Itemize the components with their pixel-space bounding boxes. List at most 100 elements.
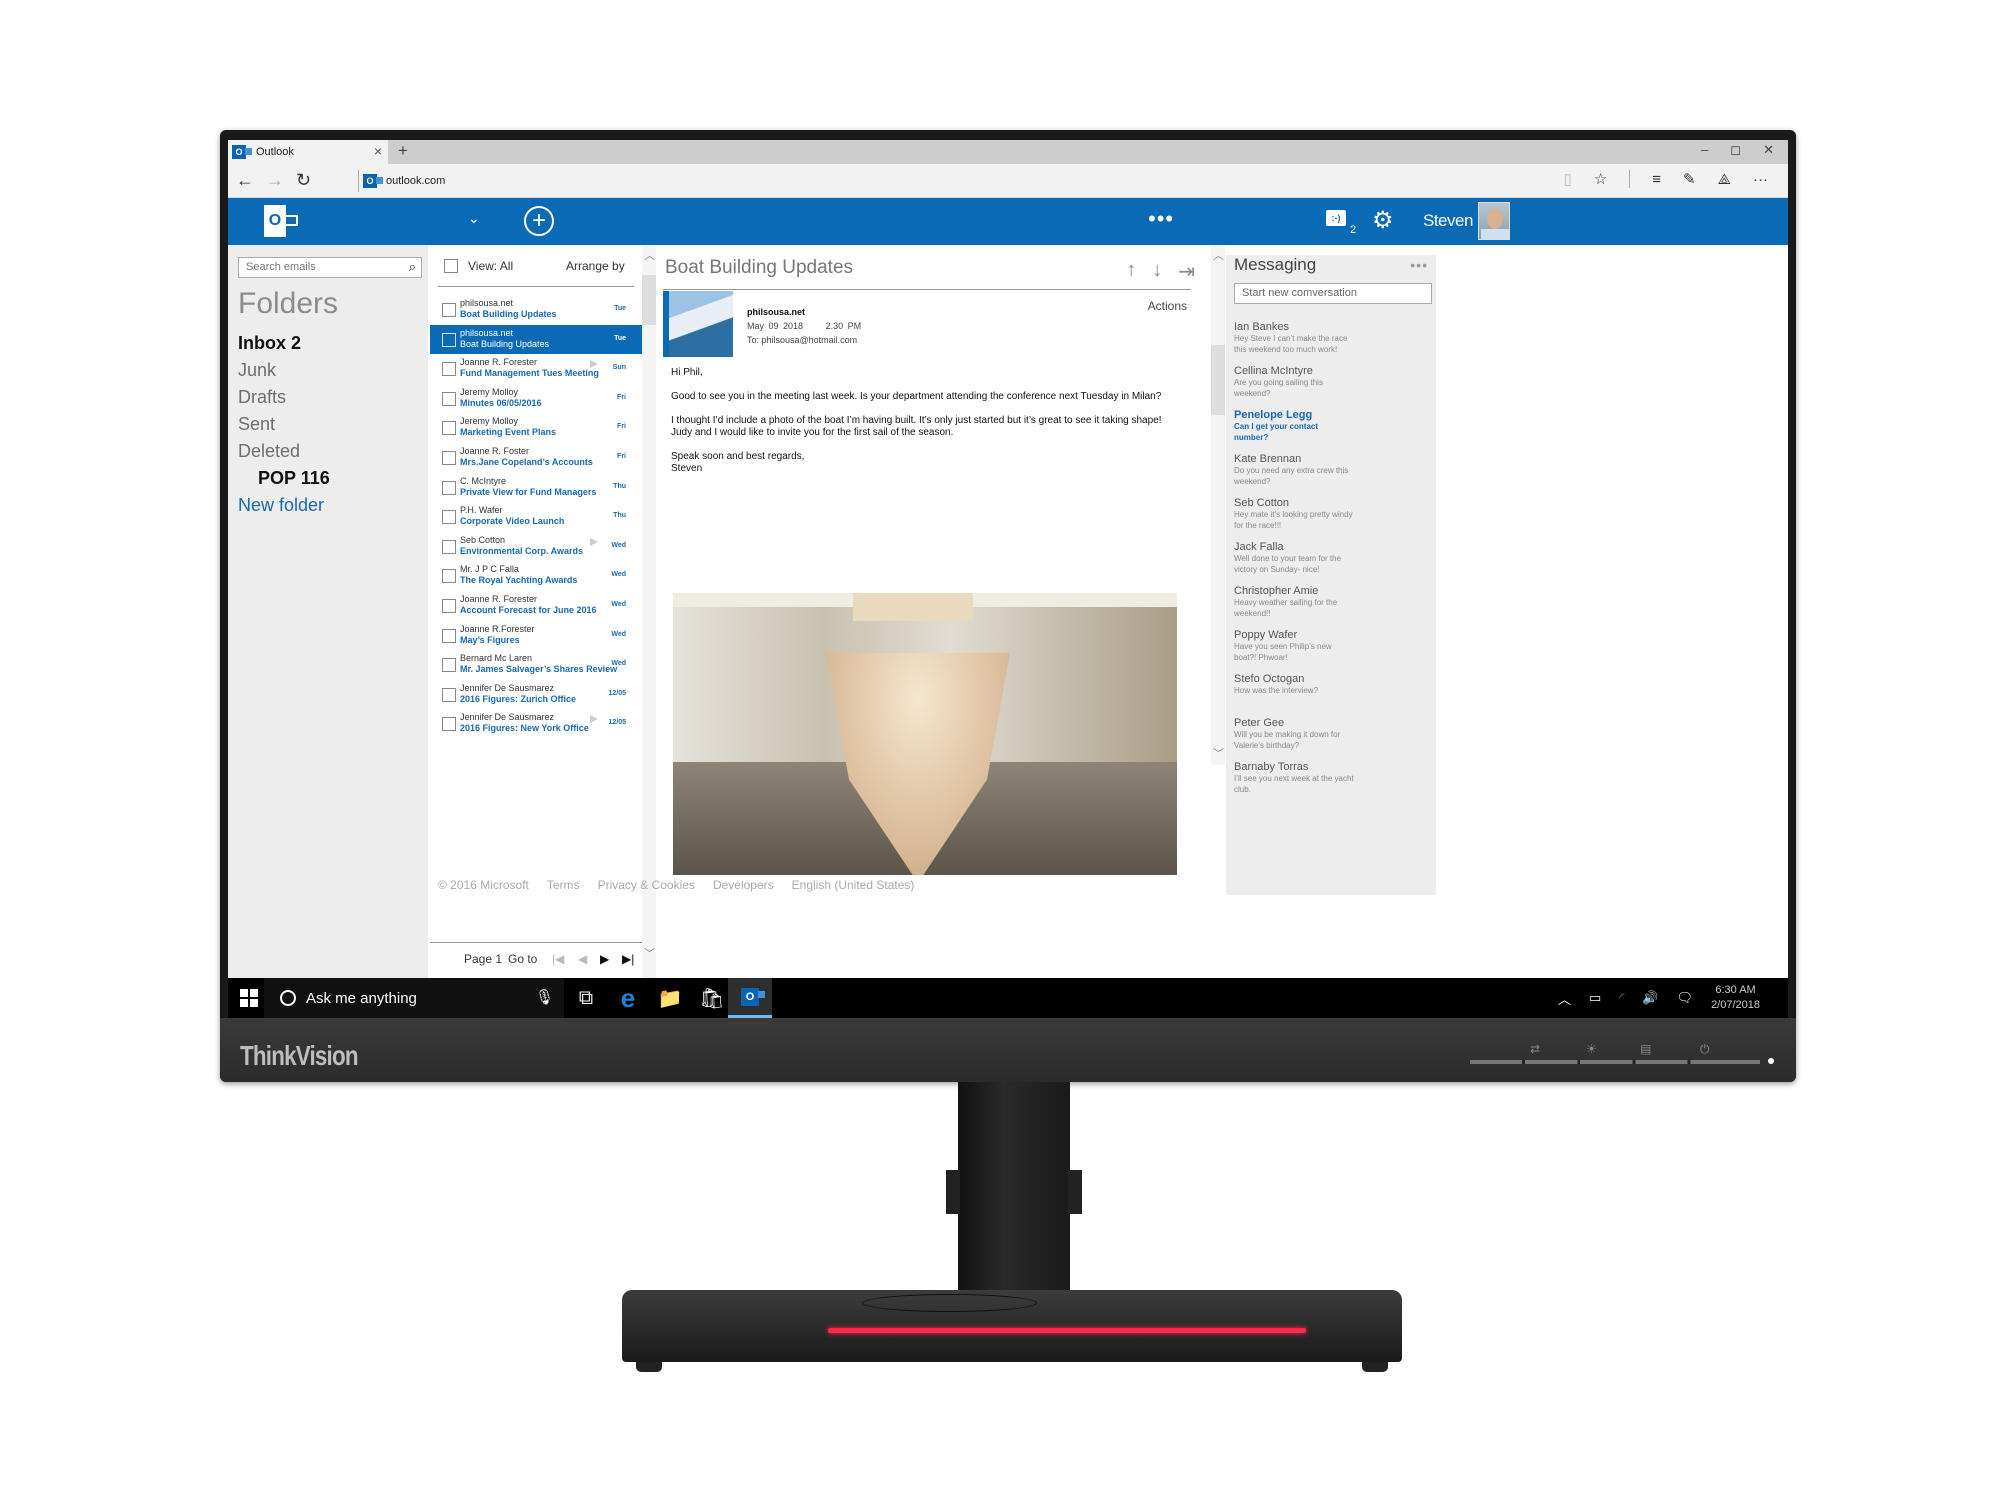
next-page-icon[interactable]: ▶: [600, 952, 609, 966]
folder-deleted[interactable]: Deleted: [238, 441, 330, 468]
message-row[interactable]: Joanne R. Forester Account Forecast for J…: [430, 591, 642, 621]
language-link[interactable]: English (United States): [792, 878, 915, 892]
back-button[interactable]: ←: [236, 170, 254, 191]
conversation-item[interactable]: Cellina McIntyre Are you going sailing th…: [1234, 365, 1434, 409]
message-row[interactable]: Bernard Mc Laren Mr. James Salvager’s Sha…: [430, 650, 642, 680]
more-icon[interactable]: ···: [1753, 171, 1768, 188]
message-checkbox[interactable]: [442, 717, 456, 732]
close-tab-icon[interactable]: ×: [374, 143, 382, 159]
terms-link[interactable]: Terms: [547, 878, 580, 892]
new-folder-link[interactable]: New folder: [238, 495, 330, 522]
actions-menu[interactable]: Actions: [1148, 299, 1187, 313]
folder-pop[interactable]: POP 116: [238, 468, 330, 495]
message-row[interactable]: philsousa.net Boat Building Updates Tue: [430, 295, 642, 325]
prev-page-icon[interactable]: ◀: [578, 952, 587, 966]
view-filter[interactable]: View: All: [468, 259, 513, 273]
message-row[interactable]: Joanne R. Forester Fund Management Tues M…: [430, 354, 642, 384]
osd-button-strip[interactable]: [1470, 1060, 1760, 1064]
message-checkbox[interactable]: [442, 539, 456, 554]
edge-icon[interactable]: e: [608, 982, 648, 1014]
message-row[interactable]: Jeremy Molloy Marketing Event Plans Fri: [430, 413, 642, 443]
browser-tab[interactable]: O Outlook ×: [228, 140, 388, 164]
close-window-button[interactable]: ✕: [1763, 142, 1774, 158]
share-icon[interactable]: ⟁: [1718, 171, 1731, 188]
message-row[interactable]: Mr. J P C Falla The Royal Yachting Awards…: [430, 561, 642, 591]
message-checkbox[interactable]: [442, 362, 456, 377]
folder-drafts[interactable]: Drafts: [238, 387, 330, 414]
message-checkbox[interactable]: [442, 421, 456, 436]
message-checkbox[interactable]: [442, 480, 456, 495]
refresh-button[interactable]: ↻: [296, 170, 311, 191]
cortana-search-box[interactable]: Ask me anything 🎙: [264, 978, 564, 1018]
gear-icon[interactable]: ⚙: [1372, 206, 1394, 235]
message-checkbox[interactable]: [442, 569, 456, 584]
message-checkbox[interactable]: [442, 598, 456, 613]
message-row[interactable]: philsousa.net Boat Building Updates Tue: [430, 324, 642, 355]
search-icon[interactable]: ⌕: [409, 259, 416, 275]
search-input[interactable]: Search emails ⌕: [238, 257, 422, 278]
scroll-thumb[interactable]: [1211, 345, 1225, 415]
flag-icon[interactable]: [590, 537, 598, 546]
developers-link[interactable]: Developers: [713, 878, 774, 892]
message-checkbox[interactable]: [442, 303, 456, 317]
message-checkbox[interactable]: [442, 687, 456, 702]
forward-button[interactable]: →: [266, 170, 284, 191]
email-sender[interactable]: philsousa.net: [747, 307, 805, 317]
message-list-scrollbar[interactable]: ︿ ﹀: [642, 245, 656, 1018]
message-row[interactable]: C. McIntyre Private View for Fund Manager…: [430, 473, 642, 503]
previous-email-icon[interactable]: ↑: [1126, 259, 1136, 284]
scroll-thumb[interactable]: [642, 275, 656, 325]
conversation-item[interactable]: Peter Gee Will you be making it down for …: [1234, 717, 1434, 761]
scroll-up-icon[interactable]: ︿: [1213, 247, 1224, 263]
avatar[interactable]: [1478, 202, 1510, 240]
boat-photo-attachment[interactable]: [673, 593, 1177, 875]
conversation-item[interactable]: Kate Brennan Do you need any extra crew t…: [1234, 453, 1434, 497]
hub-icon[interactable]: ≡: [1652, 171, 1661, 188]
message-row[interactable]: Joanne R. Foster Mrs.Jane Copeland’s Acco…: [430, 443, 642, 473]
conversation-item[interactable]: Barnaby Torras I’ll see you next week at …: [1234, 761, 1434, 805]
conversation-item[interactable]: Stefo Octogan How was the interview?: [1234, 673, 1434, 717]
web-note-icon[interactable]: ✎: [1683, 170, 1696, 188]
folder-inbox[interactable]: Inbox 2: [238, 333, 330, 360]
show-hidden-icons[interactable]: ︿: [1558, 989, 1571, 1008]
goto-button[interactable]: Go to: [508, 952, 537, 966]
message-checkbox[interactable]: [442, 391, 456, 406]
user-name[interactable]: Steven: [1423, 211, 1473, 231]
more-options-icon[interactable]: •••: [1148, 206, 1174, 232]
chat-icon[interactable]: :-): [1326, 210, 1346, 226]
conversation-item[interactable]: Ian Bankes Hey Steve I can’t make the rac…: [1234, 321, 1434, 365]
clock[interactable]: 6:30 AM 2/07/2018: [1711, 983, 1760, 1013]
message-row[interactable]: Jennifer De Sausmarez 2016 Figures: New Y…: [430, 709, 642, 739]
file-explorer-icon[interactable]: 📁: [650, 982, 690, 1014]
reading-pane-scrollbar[interactable]: ︿ ﹀: [1211, 245, 1225, 765]
privacy-link[interactable]: Privacy & Cookies: [598, 878, 695, 892]
volume-icon[interactable]: 🔊: [1642, 990, 1658, 1006]
conversation-item[interactable]: Poppy Wafer Have you seen Philip’s new bo…: [1234, 629, 1434, 673]
outlook-taskbar-icon[interactable]: O: [728, 978, 772, 1018]
message-row[interactable]: Jeremy Molloy Minutes 06/05/2016 Fri: [430, 384, 642, 414]
arrange-by-menu[interactable]: Arrange by: [566, 259, 625, 273]
restore-button[interactable]: ◻: [1730, 142, 1741, 158]
folder-junk[interactable]: Junk: [238, 360, 330, 387]
conversation-item[interactable]: Jack Falla Well done to your team for the…: [1234, 541, 1434, 585]
outlook-logo-icon[interactable]: O: [264, 205, 298, 237]
message-checkbox[interactable]: [442, 450, 456, 465]
message-checkbox[interactable]: [442, 332, 456, 347]
windows-start-icon[interactable]: [240, 989, 258, 1007]
action-center-icon[interactable]: 🗨: [1677, 990, 1694, 1006]
task-view-icon[interactable]: ⧉: [566, 982, 606, 1014]
wifi-icon[interactable]: ◜: [1619, 990, 1624, 1006]
new-tab-button[interactable]: +: [398, 141, 408, 161]
monitor-osd-buttons[interactable]: ⇄ ☀ ▤ ⏻: [1470, 1042, 1774, 1078]
reading-view-icon[interactable]: ▯: [1564, 170, 1572, 188]
message-row[interactable]: P.H. Wafer Corporate Video Launch Thu: [430, 502, 642, 532]
message-row[interactable]: Jennifer De Sausmarez 2016 Figures: Zuric…: [430, 680, 642, 710]
next-email-icon[interactable]: ↓: [1152, 259, 1162, 284]
scroll-down-icon[interactable]: ﹀: [1213, 745, 1224, 761]
last-page-icon[interactable]: ▶|: [622, 952, 634, 966]
chevron-down-icon[interactable]: ⌄: [468, 210, 480, 227]
scroll-down-icon[interactable]: ﹀: [644, 945, 655, 961]
select-all-checkbox[interactable]: [444, 259, 458, 273]
store-icon[interactable]: 🛍: [692, 982, 732, 1014]
battery-icon[interactable]: ▭: [1589, 990, 1601, 1006]
